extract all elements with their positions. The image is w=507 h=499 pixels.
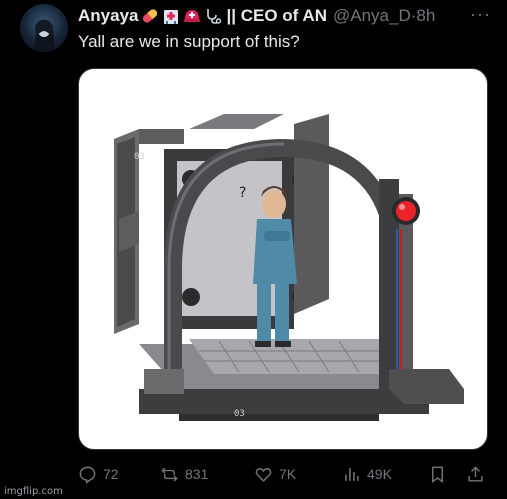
pill-icon bbox=[143, 9, 158, 23]
views-chart-icon bbox=[345, 467, 359, 481]
reply-button[interactable]: 72 bbox=[78, 465, 119, 484]
heart-icon bbox=[255, 467, 272, 482]
like-count: 7K bbox=[279, 466, 297, 482]
repost-button[interactable]: 831 bbox=[160, 465, 208, 484]
rescue-helmet-icon bbox=[184, 10, 201, 22]
stethoscope-icon bbox=[207, 9, 222, 24]
more-options-icon[interactable]: ··· bbox=[470, 4, 491, 25]
avatar[interactable] bbox=[20, 4, 68, 52]
display-name-suffix: || CEO of AN bbox=[226, 6, 327, 25]
share-icon bbox=[468, 465, 483, 482]
views-button[interactable]: 49K bbox=[342, 465, 392, 484]
tweet-header: Anyaya || CEO of AN @Anya_D · 8h ··· bbox=[78, 4, 491, 28]
tweet-media-image[interactable]: 03 03 03 03 ? bbox=[78, 68, 488, 450]
like-button[interactable]: 7K bbox=[254, 465, 296, 484]
top-panel-label: 03 bbox=[134, 152, 145, 162]
hospital-icon bbox=[164, 10, 179, 24]
timestamp[interactable]: 8h bbox=[416, 6, 435, 26]
base-label: 03 bbox=[234, 409, 245, 419]
svg-text:?: ? bbox=[239, 185, 246, 201]
reply-icon bbox=[79, 466, 96, 484]
bookmark-icon bbox=[432, 466, 443, 483]
repost-icon bbox=[161, 467, 178, 481]
bookmark-button[interactable] bbox=[428, 465, 453, 484]
views-count: 49K bbox=[367, 466, 392, 482]
mri-machine-illustration: 03 03 03 03 ? bbox=[114, 114, 464, 421]
reply-count: 72 bbox=[103, 466, 119, 482]
share-button[interactable] bbox=[466, 465, 491, 484]
tweet-text: Yall are we in support of this? bbox=[78, 32, 300, 51]
imgflip-watermark: imgflip.com bbox=[4, 486, 63, 497]
repost-count: 831 bbox=[185, 466, 209, 482]
display-name[interactable]: Anyaya bbox=[78, 6, 138, 26]
user-handle[interactable]: @Anya_D bbox=[333, 6, 411, 26]
tweet-actions-bar: 72 831 7K 49K bbox=[78, 462, 488, 486]
